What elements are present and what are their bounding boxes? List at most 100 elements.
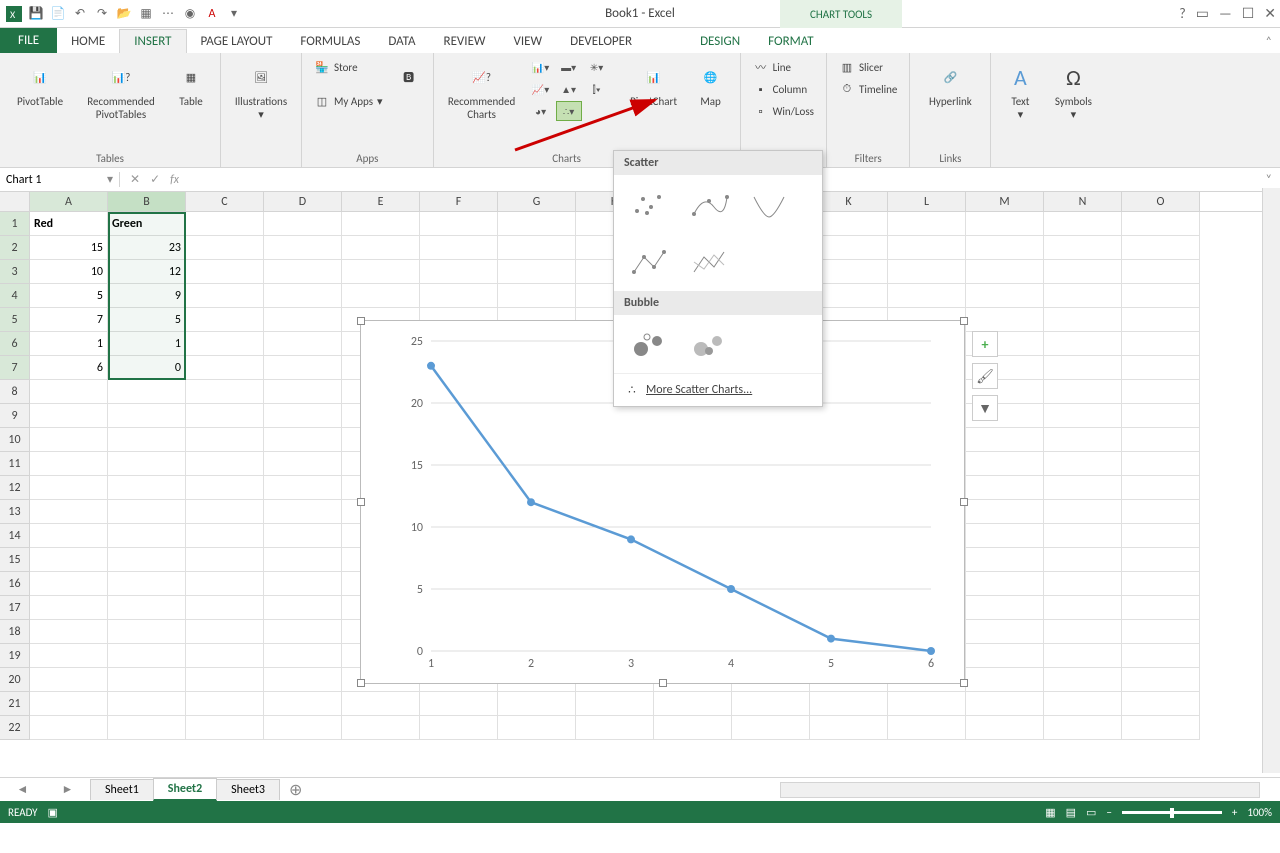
cell[interactable] xyxy=(1122,644,1200,668)
qat-dropdown-icon[interactable]: ▾ xyxy=(224,4,244,24)
file-tab[interactable]: FILE xyxy=(0,28,57,53)
cell[interactable]: 9 xyxy=(108,284,186,308)
cell[interactable] xyxy=(1044,212,1122,236)
row-header[interactable]: 20 xyxy=(0,668,30,692)
cell[interactable] xyxy=(342,692,420,716)
cell[interactable] xyxy=(342,236,420,260)
select-all-corner[interactable] xyxy=(0,192,30,211)
sparkline-column-button[interactable]: ▪Column xyxy=(749,79,818,99)
cell[interactable] xyxy=(888,692,966,716)
cell[interactable] xyxy=(186,380,264,404)
cell[interactable] xyxy=(1044,500,1122,524)
cell[interactable] xyxy=(30,572,108,596)
cell[interactable] xyxy=(1122,692,1200,716)
cell[interactable] xyxy=(186,548,264,572)
cell[interactable] xyxy=(186,524,264,548)
cell[interactable] xyxy=(576,716,654,740)
cell[interactable] xyxy=(264,500,342,524)
row-header[interactable]: 6 xyxy=(0,332,30,356)
cell[interactable] xyxy=(498,692,576,716)
cell[interactable] xyxy=(1044,716,1122,740)
cell[interactable] xyxy=(1122,476,1200,500)
cell[interactable] xyxy=(30,620,108,644)
cell[interactable] xyxy=(966,716,1044,740)
tab-insert[interactable]: INSERT xyxy=(119,29,186,53)
cell[interactable] xyxy=(30,668,108,692)
row-header[interactable]: 8 xyxy=(0,380,30,404)
col-header[interactable]: D xyxy=(264,192,342,211)
minimize-icon[interactable]: — xyxy=(1219,5,1232,22)
cell[interactable] xyxy=(186,308,264,332)
cell[interactable] xyxy=(1044,380,1122,404)
redo-icon[interactable]: ↷ xyxy=(92,4,112,24)
cell[interactable] xyxy=(264,380,342,404)
store-button[interactable]: 🏪Store xyxy=(310,57,387,77)
cell[interactable] xyxy=(1044,356,1122,380)
cell[interactable] xyxy=(966,308,1044,332)
cell[interactable] xyxy=(810,692,888,716)
cell[interactable] xyxy=(1044,644,1122,668)
view-normal-icon[interactable]: ▦ xyxy=(1045,806,1055,819)
cell[interactable] xyxy=(1044,332,1122,356)
cell[interactable] xyxy=(30,548,108,572)
cell[interactable] xyxy=(30,452,108,476)
cell[interactable] xyxy=(888,284,966,308)
pivottable-button[interactable]: 📊PivotTable xyxy=(8,57,72,108)
row-header[interactable]: 1 xyxy=(0,212,30,236)
cell[interactable]: Red xyxy=(30,212,108,236)
cell[interactable] xyxy=(1044,284,1122,308)
cell[interactable] xyxy=(264,356,342,380)
cell[interactable] xyxy=(966,692,1044,716)
cell[interactable] xyxy=(810,716,888,740)
cell[interactable] xyxy=(1044,308,1122,332)
cell[interactable] xyxy=(1044,404,1122,428)
cell[interactable] xyxy=(888,716,966,740)
row-header[interactable]: 21 xyxy=(0,692,30,716)
cell[interactable] xyxy=(966,620,1044,644)
area-chart-icon[interactable]: ▲▾ xyxy=(556,79,582,99)
cancel-formula-icon[interactable]: ✕ xyxy=(130,172,140,187)
cell[interactable] xyxy=(966,572,1044,596)
row-header[interactable]: 5 xyxy=(0,308,30,332)
cell[interactable] xyxy=(1122,380,1200,404)
collapse-ribbon-icon[interactable]: ˄ xyxy=(1266,35,1272,49)
cell[interactable] xyxy=(186,500,264,524)
tab-nav-next-icon[interactable]: ► xyxy=(62,782,74,797)
cell[interactable] xyxy=(186,404,264,428)
resize-handle[interactable] xyxy=(960,498,968,506)
more-scatter-charts-button[interactable]: ∴More Scatter Charts... xyxy=(614,373,822,406)
cell[interactable] xyxy=(654,692,732,716)
cell[interactable] xyxy=(108,380,186,404)
cell[interactable] xyxy=(108,668,186,692)
cell[interactable] xyxy=(966,548,1044,572)
help-icon[interactable]: ? xyxy=(1179,5,1186,22)
maximize-icon[interactable]: ☐ xyxy=(1242,5,1255,22)
cell[interactable] xyxy=(108,572,186,596)
row-header[interactable]: 22 xyxy=(0,716,30,740)
scatter-smooth-lines-markers-icon[interactable] xyxy=(684,185,734,223)
cell[interactable] xyxy=(1044,476,1122,500)
cell[interactable] xyxy=(1044,596,1122,620)
resize-handle[interactable] xyxy=(659,679,667,687)
cell[interactable] xyxy=(1122,596,1200,620)
bing-maps-button[interactable]: 🅱 xyxy=(393,57,425,95)
zoom-level[interactable]: 100% xyxy=(1247,806,1272,819)
cell[interactable] xyxy=(108,644,186,668)
cell[interactable] xyxy=(30,428,108,452)
row-header[interactable]: 10 xyxy=(0,428,30,452)
cell[interactable] xyxy=(186,428,264,452)
cell[interactable] xyxy=(186,356,264,380)
scatter-smooth-lines-icon[interactable] xyxy=(744,185,794,223)
cell[interactable] xyxy=(264,332,342,356)
cell[interactable] xyxy=(30,644,108,668)
cell[interactable] xyxy=(186,668,264,692)
cell[interactable] xyxy=(108,620,186,644)
sheet-tab[interactable]: Sheet1 xyxy=(90,779,154,800)
cell[interactable] xyxy=(264,668,342,692)
tab-design[interactable]: DESIGN xyxy=(686,30,754,53)
cell[interactable] xyxy=(1044,620,1122,644)
expand-formula-bar-icon[interactable]: ˅ xyxy=(1258,173,1280,187)
cell[interactable] xyxy=(264,524,342,548)
cell[interactable] xyxy=(1122,404,1200,428)
cell[interactable] xyxy=(186,572,264,596)
